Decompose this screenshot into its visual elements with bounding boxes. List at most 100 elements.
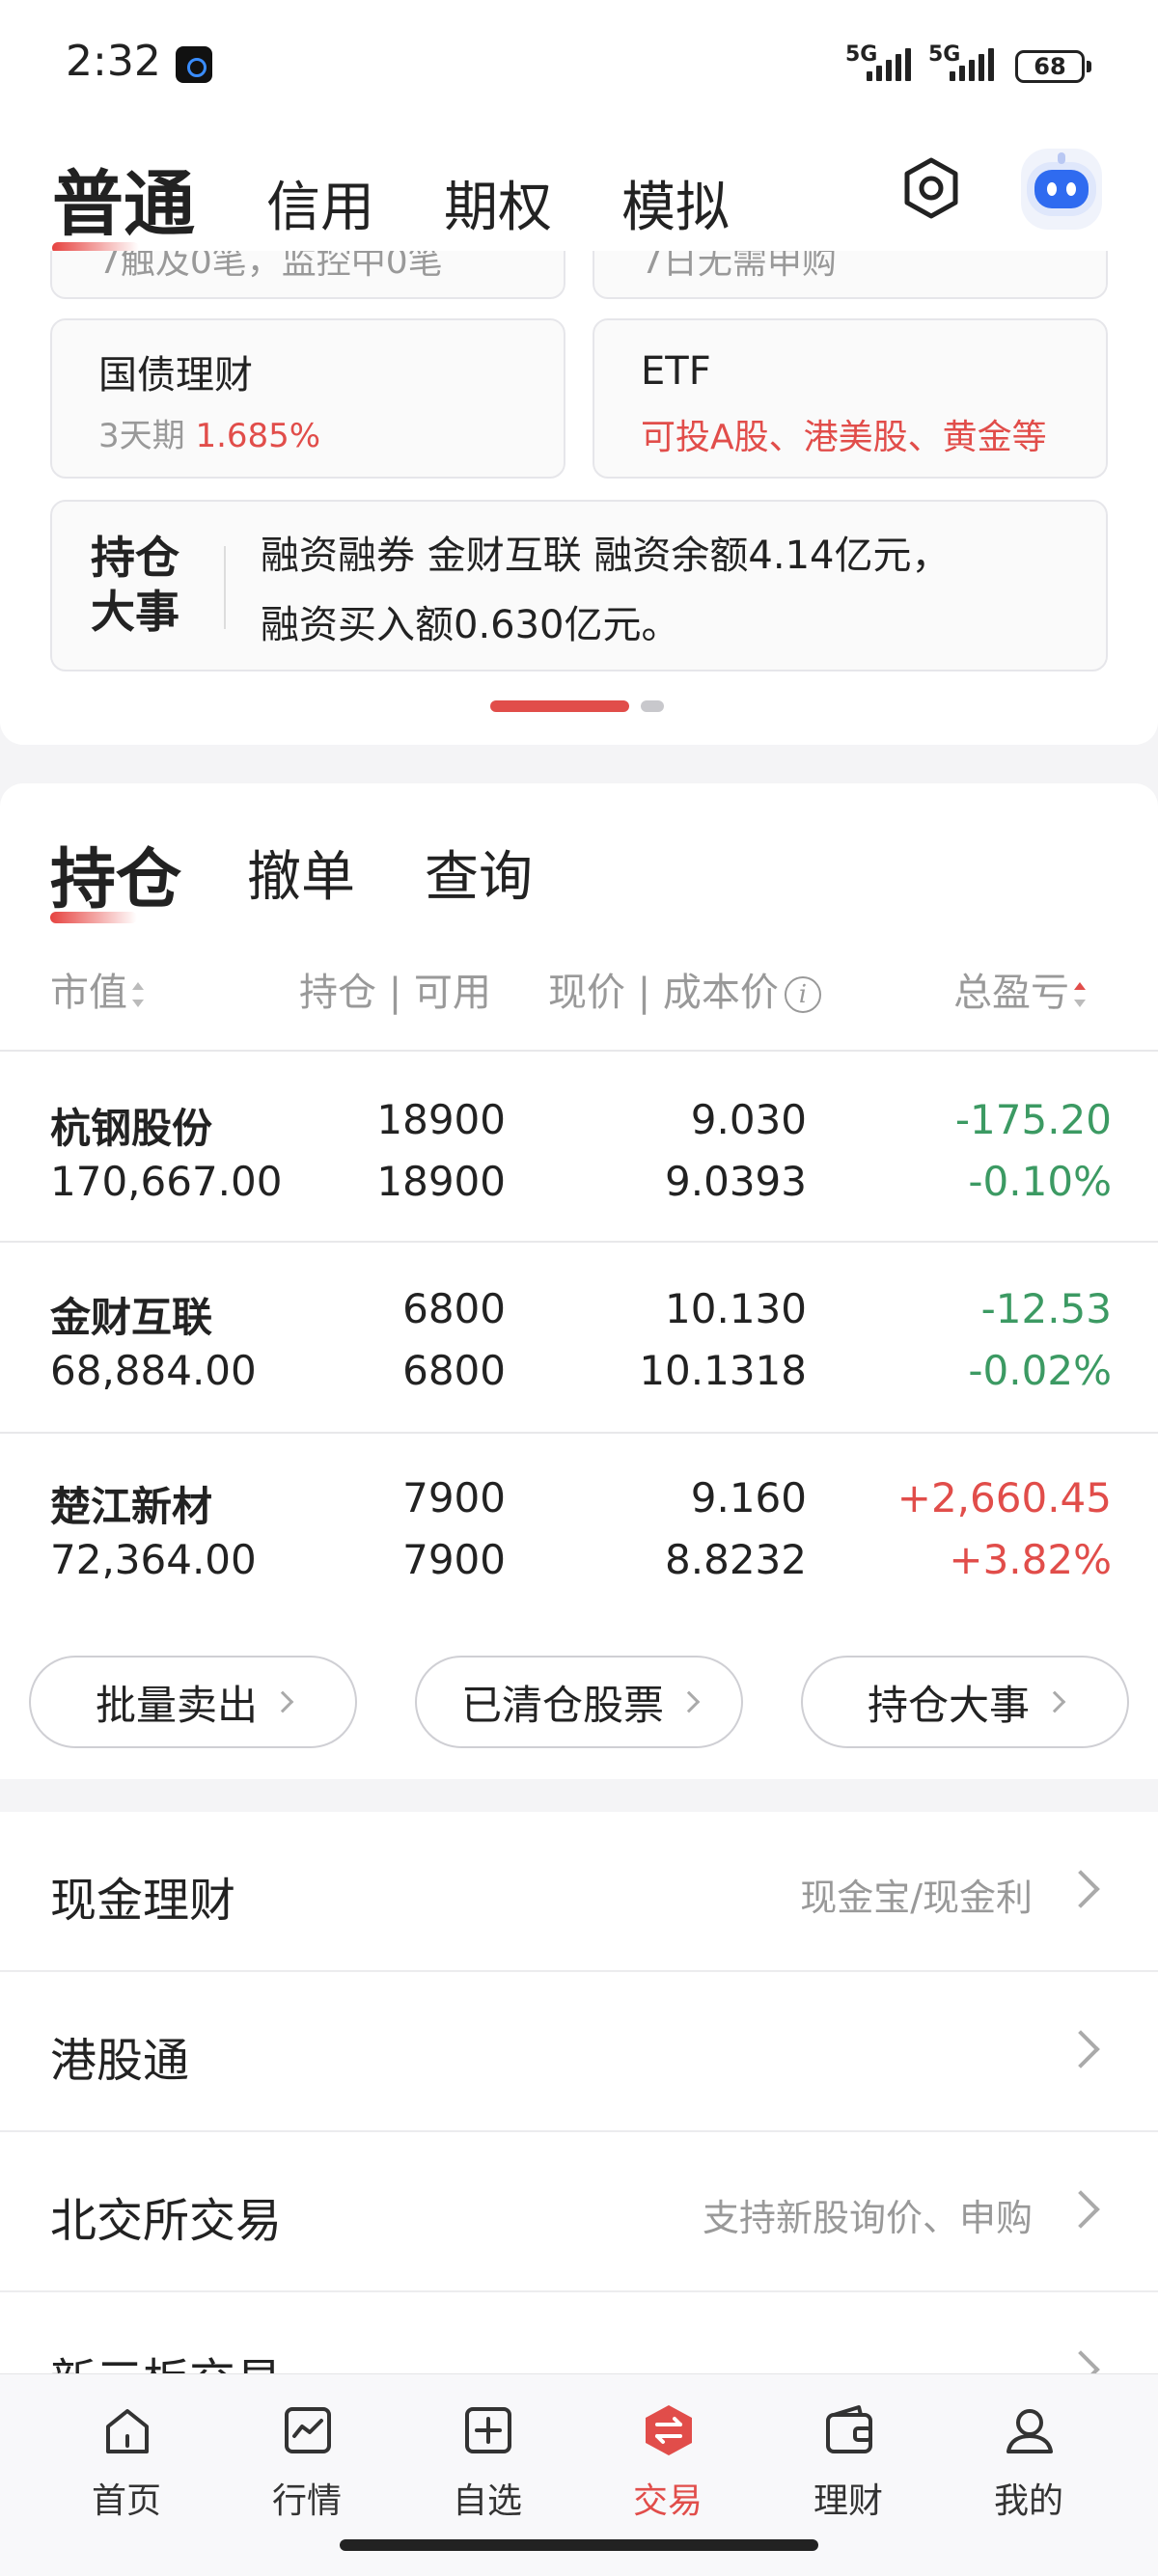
chevron-right-icon <box>677 1690 701 1713</box>
feature-cards-area: 7触及0笔，监控中0笔 7日无需申购 国债理财 3天期 1.685% ETF 可… <box>0 251 1158 745</box>
chevron-right-icon <box>1062 2030 1100 2069</box>
chevron-right-icon <box>1043 1690 1066 1713</box>
total-pnl: -175.20 <box>954 1096 1112 1143</box>
table-row[interactable]: 杭钢股份 170,667.00 18900 18900 9.030 9.0393… <box>0 1052 1158 1241</box>
cost-price: 10.1318 <box>639 1347 807 1394</box>
sort-icon <box>1073 980 1087 1009</box>
nav-watchlist[interactable]: 自选 <box>415 2394 560 2521</box>
nav-label: 行情 <box>271 2481 342 2521</box>
holdings-section: 持仓 撤单 查询 市值 持仓 | 可用 现价 | 成本价 i 总盈亏 杭钢股份 1… <box>0 783 1158 1779</box>
pnl-percent: +3.82% <box>949 1536 1112 1583</box>
tab-credit[interactable]: 信用 <box>266 164 374 242</box>
current-price: 9.030 <box>690 1096 807 1143</box>
nav-label: 我的 <box>993 2481 1063 2521</box>
holding-events-news[interactable]: 持仓 大事 融资融券 金财互联 融资余额4.14亿元， 融资买入额0.630亿元… <box>50 500 1108 671</box>
tab-simulation[interactable]: 模拟 <box>621 164 730 242</box>
cost-price: 9.0393 <box>665 1158 807 1205</box>
available-qty: 6800 <box>402 1347 506 1394</box>
service-menu-list: 现金理财 现金宝/现金利 港股通 北交所交易 支持新股询价、申购 新三板交易 <box>0 1812 1158 2408</box>
total-pnl: -12.53 <box>980 1285 1112 1332</box>
nav-wealth[interactable]: 理财 <box>776 2394 921 2521</box>
home-icon <box>106 2409 149 2453</box>
card-subtitle: 可投A股、港美股、黄金等 <box>641 418 1047 457</box>
current-price: 10.130 <box>665 1285 807 1332</box>
market-chart-icon <box>285 2407 331 2453</box>
nav-home[interactable]: 首页 <box>54 2394 199 2521</box>
wallet-icon <box>826 2405 872 2453</box>
tab-cancel-order[interactable]: 撤单 <box>247 834 355 912</box>
card-ipo-subscribe[interactable]: 7日无需申购 <box>593 251 1108 299</box>
stock-name: 楚江新材 <box>50 1483 213 1530</box>
profile-icon <box>1006 2409 1053 2453</box>
trade-exchange-icon <box>646 2405 692 2455</box>
home-indicator[interactable] <box>340 2539 818 2551</box>
column-position-available: 持仓 | 可用 <box>299 971 491 1015</box>
pager-dot-active <box>490 700 629 712</box>
market-value: 72,364.00 <box>50 1536 257 1583</box>
holding-events-button[interactable]: 持仓大事 <box>801 1656 1129 1748</box>
market-value: 170,667.00 <box>50 1158 283 1205</box>
menu-item-label: 北交所交易 <box>50 2194 283 2248</box>
available-qty: 7900 <box>402 1536 506 1583</box>
info-icon: i <box>784 976 821 1013</box>
nav-label: 首页 <box>91 2481 161 2521</box>
tab-options[interactable]: 期权 <box>444 164 552 242</box>
notification-app-icon <box>176 46 212 83</box>
signal-sim1-icon: 5G <box>845 42 923 85</box>
pnl-percent: -0.10% <box>968 1158 1112 1205</box>
card-etf[interactable]: ETF 可投A股、港美股、黄金等 <box>593 318 1108 479</box>
card-partial-text: 7日无需申购 <box>641 251 837 282</box>
column-total-pnl[interactable]: 总盈亏 <box>953 961 1087 1017</box>
settings-icon[interactable] <box>897 154 965 222</box>
stock-name: 金财互联 <box>50 1294 213 1341</box>
menu-item-label: 港股通 <box>50 2034 190 2088</box>
nav-profile[interactable]: 我的 <box>956 2394 1101 2521</box>
signal-sim2-icon: 5G <box>928 42 1006 85</box>
position-qty: 18900 <box>376 1096 506 1143</box>
news-text: 融资融券 金财互联 融资余额4.14亿元， 融资买入额0.630亿元。 <box>261 534 951 647</box>
account-type-tabs: 普通 信用 期权 模拟 <box>0 135 1158 254</box>
add-watchlist-icon <box>465 2407 511 2453</box>
card-title: 国债理财 <box>98 353 253 397</box>
status-bar: 2:32 5G 5G 68 <box>0 0 1158 135</box>
divider <box>224 546 226 629</box>
chevron-right-icon <box>271 1690 294 1713</box>
card-title: ETF <box>641 349 711 394</box>
nav-market[interactable]: 行情 <box>234 2394 379 2521</box>
menu-item-cash-management[interactable]: 现金理财 现金宝/现金利 <box>0 1812 1158 1971</box>
robot-assistant-icon[interactable] <box>1021 149 1102 230</box>
position-qty: 6800 <box>402 1285 506 1332</box>
chevron-right-icon <box>1062 2190 1100 2229</box>
stock-name: 杭钢股份 <box>50 1105 213 1152</box>
menu-item-bse-trading[interactable]: 北交所交易 支持新股询价、申购 <box>0 2132 1158 2291</box>
position-qty: 7900 <box>402 1474 506 1521</box>
available-qty: 18900 <box>376 1158 506 1205</box>
market-value: 68,884.00 <box>50 1347 257 1394</box>
column-price-cost[interactable]: 现价 | 成本价 i <box>548 961 821 1017</box>
nav-trade[interactable]: 交易 <box>595 2394 740 2521</box>
tab-normal[interactable]: 普通 <box>52 147 195 254</box>
status-time: 2:32 <box>66 37 161 86</box>
tab-query[interactable]: 查询 <box>425 834 533 912</box>
card-subtitle: 3天期 1.685% <box>98 417 321 455</box>
nav-label: 理财 <box>813 2481 883 2521</box>
card-partial-text: 7触及0笔，监控中0笔 <box>98 251 443 282</box>
batch-sell-button[interactable]: 批量卖出 <box>29 1656 357 1748</box>
battery-icon: 68 <box>1015 50 1091 83</box>
column-market-value[interactable]: 市值 <box>50 961 145 1017</box>
nav-label: 交易 <box>632 2481 703 2521</box>
menu-item-hint: 现金宝/现金利 <box>800 1877 1033 1919</box>
tab-positions[interactable]: 持仓 <box>50 826 181 923</box>
table-row[interactable]: 金财互联 68,884.00 6800 6800 10.130 10.1318 … <box>0 1243 1158 1432</box>
pnl-percent: -0.02% <box>968 1347 1112 1394</box>
holding-events-logo: 持仓 大事 <box>91 532 179 638</box>
card-condition-orders[interactable]: 7触及0笔，监控中0笔 <box>50 251 565 299</box>
card-treasury-bond[interactable]: 国债理财 3天期 1.685% <box>50 318 565 479</box>
menu-item-hk-connect[interactable]: 港股通 <box>0 1972 1158 2131</box>
table-row[interactable]: 楚江新材 72,364.00 7900 7900 9.160 8.8232 +2… <box>0 1434 1158 1623</box>
pager-dot <box>641 700 664 712</box>
chevron-right-icon <box>1062 1870 1100 1908</box>
sort-icon <box>131 980 145 1009</box>
cleared-stocks-button[interactable]: 已清仓股票 <box>415 1656 743 1748</box>
menu-item-label: 现金理财 <box>50 1874 236 1928</box>
